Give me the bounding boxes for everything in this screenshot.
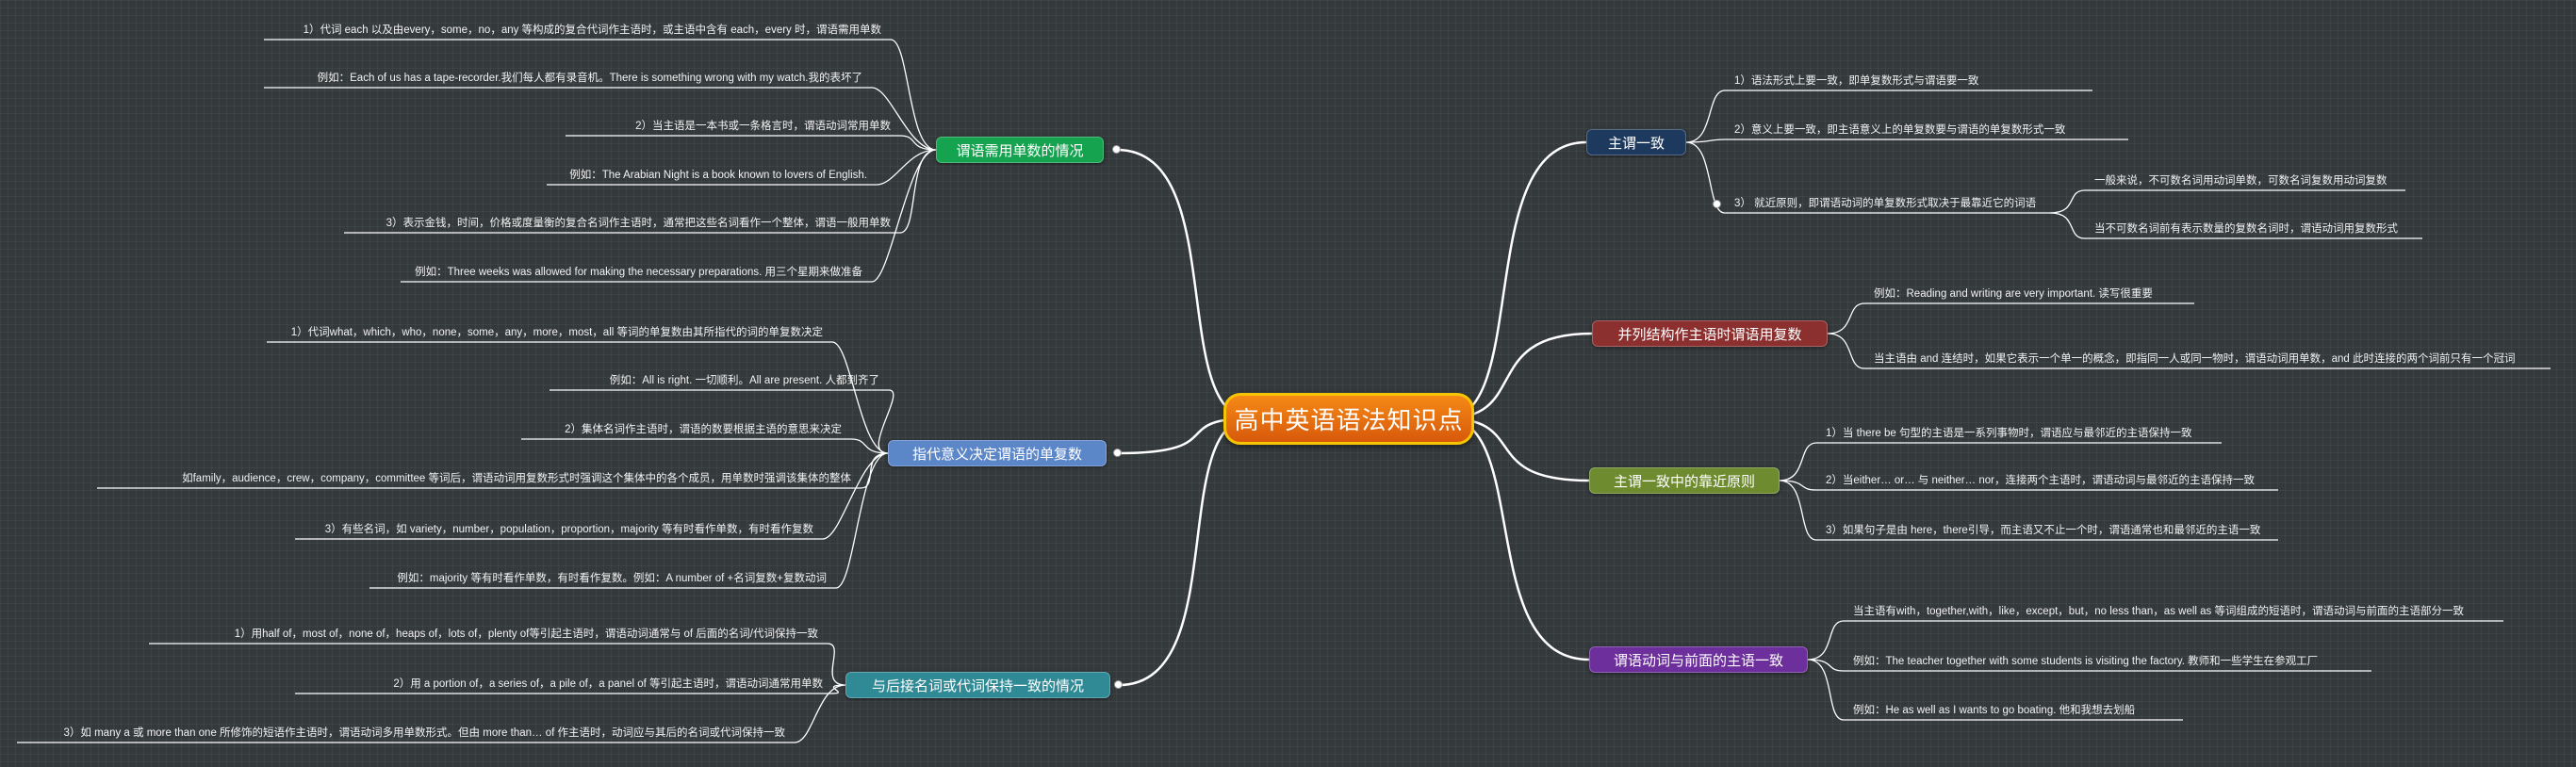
link-root-b4 (1445, 416, 1590, 661)
leaf-b1-2: 2）意义上要一致，即主语意义上的单复数要与谓语的单复数形式一致 (1734, 124, 2066, 136)
leaf-b5-3: 2）当主语是一本书或一条格言时，谓语动词常用单数 (635, 121, 891, 132)
link-b2-1 (1827, 302, 2194, 335)
leaf-b7-3: 3）如 many a 或 more than one 所修饰的短语作主语时，谓语… (63, 727, 786, 739)
link-b1-2 (1685, 139, 2128, 143)
leaf-b6-1: 1）代词what，which，who，none，some，any，more，mo… (290, 327, 823, 338)
leaf-b5-1: 1）代词 each 以及由every，some，no，any 等构成的复合代词作… (303, 24, 881, 36)
leaf-b1-sub-1: 一般来说，不可数名词用动词单数，可数名词复数用动词复数 (2094, 175, 2387, 187)
link-root-b7 (1118, 416, 1253, 687)
leaf-b5-6: 例如：Three weeks was allowed for making th… (415, 267, 862, 278)
link-b6-3 (521, 438, 889, 454)
collapse-toggle-icon[interactable] (1713, 200, 1721, 208)
leaf-b5-5: 3）表示金钱，时间，价格或度量衡的复合名词作主语时，通常把这些名词看作一个整体，… (386, 218, 891, 229)
leaf-b2-2: 当主语由 and 连结时，如果它表示一个单一的概念，即指同一人或同一物时，谓语动… (1874, 353, 2516, 365)
link-root-b1 (1445, 140, 1587, 420)
leaf-b1-sub-2: 当不可数名词前有表示数量的复数名词时，谓语动词用复数形式 (2094, 223, 2398, 235)
leaf-b5-4: 例如：The Arabian Night is a book known to … (569, 170, 867, 181)
leaf-b4-2: 例如：The teacher together with some studen… (1853, 656, 2319, 667)
leaf-b6-5: 3）有些名词，如 variety，number，population，propo… (324, 524, 813, 535)
branch-reference-meaning[interactable]: 指代意义决定谓语的单复数 (888, 440, 1107, 466)
leaf-b6-4: 如family，audience，crew，company，committee … (182, 473, 851, 484)
branch-proximity-principle[interactable]: 主谓一致中的靠近原则 (1589, 467, 1780, 494)
link-root-b5 (1116, 148, 1253, 420)
leaf-b3-1: 1）当 there be 句型的主语是一系列事物时，谓语应与最邻近的主语保持一致 (1826, 428, 2192, 439)
leaf-b7-1: 1）用half of，most of，none of，heaps of，lots… (234, 628, 818, 640)
branch-coordinate-subject-plural[interactable]: 并列结构作主语时谓语用复数 (1592, 320, 1828, 347)
b7-collapse-icon[interactable] (1114, 680, 1123, 689)
leaf-b6-3: 2）集体名词作主语时，谓语的数要根据主语的意思来决定 (565, 424, 842, 435)
branch-subject-verb-agreement[interactable]: 主谓一致 (1586, 129, 1686, 155)
leaf-b1-1: 1）语法形式上要一致，即单复数形式与谓语要一致 (1734, 75, 1979, 87)
branch-singular-verb-cases[interactable]: 谓语需用单数的情况 (936, 137, 1104, 163)
link-b5-3 (566, 135, 937, 151)
leaf-b3-3: 3）如果句子是由 here，there引导，而主语又不止一个时，谓语通常也和最邻… (1826, 525, 2261, 536)
b5-collapse-icon[interactable] (1112, 145, 1121, 154)
leaf-b4-1: 当主语有with，together,with，like，except，but，n… (1853, 606, 2464, 617)
leaf-b5-2: 例如：Each of us has a tape-recorder.我们每人都有… (317, 73, 862, 84)
leaf-b6-2: 例如：All is right. 一切顺利。All are present. 人… (609, 375, 879, 386)
branch-agree-with-following-noun[interactable]: 与后接名词或代词保持一致的情况 (845, 672, 1110, 698)
root-topic[interactable]: 高中英语语法知识点 (1223, 393, 1474, 445)
leaf-b6-6: 例如：majority 等有时看作单数，有时看作复数。例如：A number o… (397, 573, 827, 584)
branch-verb-agrees-with-front-subject[interactable]: 谓语动词与前面的主语一致 (1589, 646, 1808, 673)
leaf-b1-3: 3） 就近原则，即谓语动词的单复数形式取决于最靠近它的词语 (1734, 198, 2037, 209)
b6-collapse-icon[interactable] (1113, 449, 1122, 457)
leaf-b4-3: 例如：He as well as I wants to go boating. … (1853, 705, 2136, 716)
leaf-b3-2: 2）当either… or… 与 neither… nor，连接两个主语时，谓语… (1826, 475, 2255, 486)
leaf-b7-2: 2）用 a portion of，a series of，a pile of，a… (393, 678, 823, 690)
leaf-b2-1: 例如：Reading and writing are very importan… (1874, 288, 2153, 300)
